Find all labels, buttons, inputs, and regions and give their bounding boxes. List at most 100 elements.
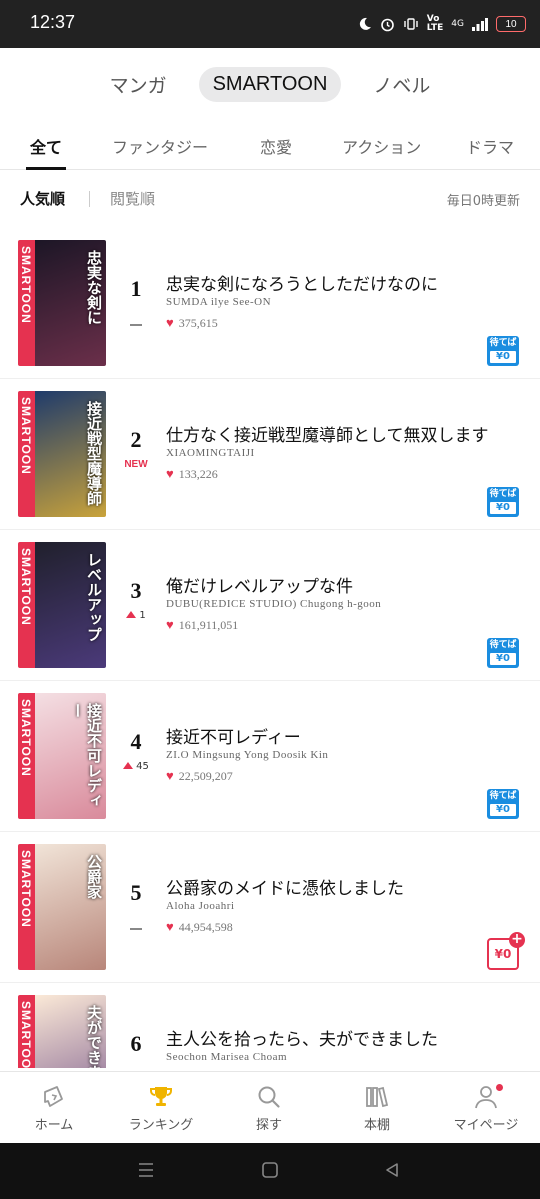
series-author: SUMDA ilye See-ON: [166, 296, 272, 308]
series-title[interactable]: 忠実な剣になろうとしただけなのに: [166, 270, 438, 295]
cover-title: レベルアップ: [85, 552, 103, 642]
series-author: XIAOMINGTAIJI: [166, 447, 255, 459]
like-count: ♥ 161,911,051: [166, 617, 239, 632]
ranking-item[interactable]: 夫ができました SMARTOON 6 主人公を拾ったら、夫ができました Seoc…: [0, 983, 540, 1068]
alarm-icon: [380, 18, 394, 31]
rank-change-new: NEW: [124, 459, 148, 470]
vibrate-icon: [404, 18, 418, 30]
like-count: ♥ 375,615: [166, 315, 218, 330]
smartoon-stripe: SMARTOON: [18, 391, 35, 517]
segment-smartoon[interactable]: SMARTOON: [198, 66, 342, 102]
series-title[interactable]: 主人公を拾ったら、夫ができました: [166, 1025, 438, 1050]
heart-icon: ♥: [166, 315, 174, 330]
recent-apps-icon[interactable]: [137, 1162, 155, 1178]
like-count: ♥ 133,226: [166, 466, 218, 481]
home-button-icon[interactable]: [262, 1162, 278, 1178]
rank-number: 5: [130, 880, 142, 905]
series-author: DUBU(REDICE STUDIO) Chugong h-goon: [166, 598, 382, 610]
ranking-item[interactable]: 公爵家 SMARTOON 5 公爵家のメイドに憑依しました Aloha Jooa…: [0, 832, 540, 983]
moon-icon: [359, 17, 371, 30]
sort-divider: [89, 191, 90, 207]
nav-home-label: ホーム: [34, 1118, 74, 1133]
free-badge: ¥0 +: [487, 932, 525, 970]
tab-all[interactable]: 全て: [30, 134, 62, 158]
genre-tabs: 全て ファンタジー 恋愛 アクション ドラマ: [0, 122, 540, 170]
nav-ranking-label: ランキング: [128, 1118, 194, 1133]
smartoon-stripe: SMARTOON: [18, 995, 35, 1068]
ranking-item[interactable]: レベルアップ SMARTOON 3 1 俺だけレベルアップな件 DUBU(RED…: [0, 530, 540, 681]
rank-number: 6: [130, 1031, 142, 1056]
wait-free-badge: 待てば ¥0: [487, 487, 519, 517]
series-title[interactable]: 仕方なく接近戦型魔導師として無双します: [166, 421, 489, 446]
cover-image[interactable]: 接近不可レディー SMARTOON: [18, 693, 106, 819]
nav-search-label: 探す: [255, 1118, 282, 1133]
series-author: Seochon Marisea Choam: [166, 1051, 288, 1063]
home-icon: [44, 1086, 63, 1107]
series-author: Aloha Jooahri: [166, 900, 235, 912]
volte-indicator: Vo LTE: [426, 14, 444, 33]
segment-manga[interactable]: マンガ: [96, 65, 181, 104]
rank-up-icon: [126, 611, 137, 618]
status-bar: 12:37 Vo LTE 4G 10: [0, 0, 540, 48]
dash-icon: [130, 324, 142, 326]
nav-mypage[interactable]: マイページ: [436, 1084, 536, 1133]
update-note: 毎日0時更新: [446, 194, 520, 209]
cover-image[interactable]: 公爵家 SMARTOON: [18, 844, 106, 970]
plus-icon: +: [509, 932, 525, 948]
ranking-item[interactable]: 忠実な剣に SMARTOON 1 忠実な剣になろうとしただけなのに SUMDA …: [0, 228, 540, 379]
dash-icon: [130, 928, 142, 930]
segment-novel[interactable]: ノベル: [359, 65, 444, 104]
back-icon[interactable]: [384, 1162, 400, 1178]
tab-drama[interactable]: ドラマ: [466, 134, 514, 158]
search-icon: [258, 1086, 280, 1108]
smartoon-stripe: SMARTOON: [18, 240, 35, 366]
battery-icon: 10: [496, 16, 526, 32]
nav-bookshelf-label: 本棚: [363, 1118, 390, 1133]
series-title[interactable]: 俺だけレベルアップな件: [166, 572, 353, 597]
cover-image[interactable]: 夫ができました SMARTOON: [18, 995, 106, 1068]
tab-romance[interactable]: 恋愛: [260, 134, 292, 158]
cover-title: 忠実な剣に: [85, 250, 103, 325]
series-title[interactable]: 接近不可レディー: [166, 723, 301, 748]
like-count: ♥ 22,509,207: [166, 768, 233, 783]
status-icons: Vo LTE 4G 10: [358, 14, 526, 34]
heart-icon: ♥: [166, 919, 174, 934]
trophy-icon: [150, 1087, 172, 1106]
cover-image[interactable]: 忠実な剣に SMARTOON: [18, 240, 106, 366]
cover-title: 公爵家: [85, 854, 103, 899]
wait-free-badge: 待てば ¥0: [487, 789, 519, 819]
sort-bar: 人気順 閲覧順 毎日0時更新: [0, 188, 540, 212]
ranking-item[interactable]: 接近不可レディー SMARTOON 4 45 接近不可レディー ZI.O Min…: [0, 681, 540, 832]
rank-number: 4: [130, 729, 142, 754]
category-segment: マンガ SMARTOON ノベル: [0, 64, 540, 104]
sort-popular[interactable]: 人気順: [20, 188, 65, 209]
network-type: 4G: [451, 19, 464, 29]
system-nav-bar: [0, 1143, 540, 1199]
rank-up-icon: [123, 762, 134, 769]
rank-number: 2: [130, 427, 142, 452]
nav-search[interactable]: 探す: [219, 1084, 319, 1133]
nav-home[interactable]: ホーム: [4, 1084, 104, 1133]
nav-bookshelf[interactable]: 本棚: [327, 1084, 427, 1133]
nav-mypage-label: マイページ: [453, 1118, 519, 1133]
nav-ranking[interactable]: ランキング: [111, 1084, 211, 1133]
wait-free-badge: 待てば ¥0: [487, 638, 519, 668]
sort-views[interactable]: 閲覧順: [110, 188, 155, 209]
active-tab-indicator: [26, 167, 66, 170]
bookshelf-icon: [366, 1086, 389, 1108]
heart-icon: ♥: [166, 466, 174, 481]
tab-action[interactable]: アクション: [342, 134, 421, 158]
tab-fantasy[interactable]: ファンタジー: [112, 134, 208, 158]
rank-change-none: [116, 318, 156, 329]
bottom-nav: ホーム ランキング 探す 本棚 マイページ: [0, 1071, 540, 1143]
cover-image[interactable]: レベルアップ SMARTOON: [18, 542, 106, 668]
rank-change-none: [116, 922, 156, 933]
cover-image[interactable]: 接近戦型魔導師 SMARTOON: [18, 391, 106, 517]
cover-title: 接近不可レディー: [68, 703, 104, 808]
status-time: 12:37: [30, 12, 76, 32]
cover-title: 接近戦型魔導師: [85, 401, 103, 506]
series-title[interactable]: 公爵家のメイドに憑依しました: [166, 874, 404, 899]
ranking-item[interactable]: 接近戦型魔導師 SMARTOON 2 NEW 仕方なく接近戦型魔導師として無双し…: [0, 379, 540, 530]
rank-change-up: 1: [116, 610, 156, 621]
notification-dot: [496, 1084, 503, 1091]
